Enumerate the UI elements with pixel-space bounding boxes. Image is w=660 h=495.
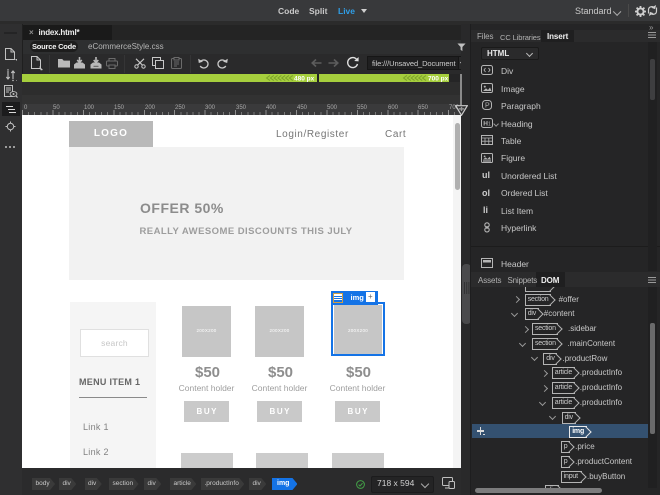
svg-text:700 px: 700 px: [428, 75, 449, 82]
svg-text:480 px: 480 px: [294, 75, 315, 82]
svg-text:1: 1: [488, 121, 491, 127]
svg-text:P: P: [485, 102, 490, 109]
